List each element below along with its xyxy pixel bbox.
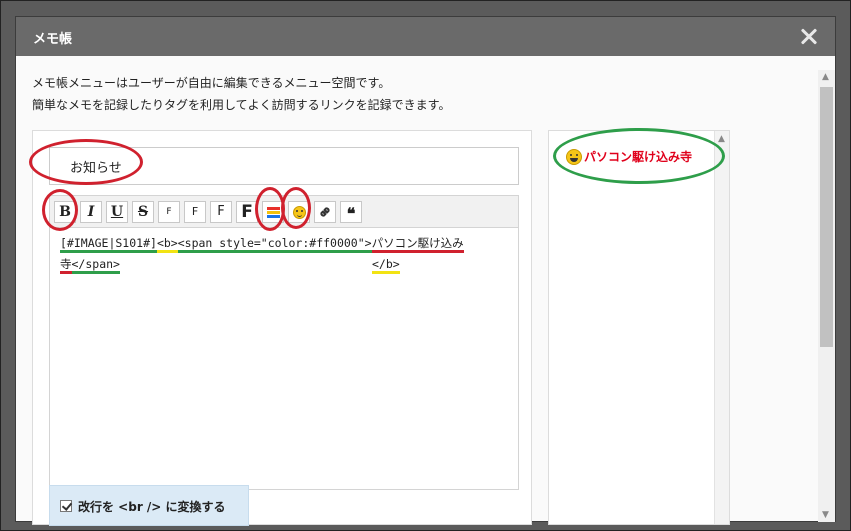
italic-button[interactable]: I [80, 201, 102, 223]
description-line-1: メモ帳メニューはユーザーが自由に編集できるメニュー空間です。 [32, 76, 391, 90]
preview-scrollbar[interactable]: ▲ [714, 131, 729, 524]
scroll-up-icon[interactable]: ▲ [822, 72, 829, 82]
bold-close-tag: </b> [371, 257, 400, 274]
emoji-icon [293, 206, 306, 219]
color-palette-icon [267, 207, 280, 218]
memo-title-input[interactable] [49, 147, 519, 185]
editor-toolbar: B I U S F F F F ❝ [49, 195, 519, 227]
scrollbar-thumb[interactable] [820, 87, 833, 347]
font-size-medium-button[interactable]: F [184, 201, 206, 223]
editor-panel: B I U S F F F F [32, 130, 532, 526]
quote-button[interactable]: ❝ [340, 201, 362, 223]
br-conversion-option: 改行を <br /> に変換する [49, 485, 249, 526]
dialog-scrollbar[interactable]: ▲ ▼ [818, 70, 835, 522]
scroll-down-icon[interactable]: ▼ [822, 510, 829, 520]
close-icon[interactable] [797, 24, 821, 48]
br-conversion-checkbox[interactable] [60, 500, 72, 512]
font-size-small-button[interactable]: F [158, 201, 180, 223]
content-text-part-1: パソコン駆け込み [371, 236, 464, 253]
span-close-tag: </span> [71, 257, 120, 274]
br-conversion-label: 改行を <br /> に変換する [78, 500, 226, 514]
color-button[interactable] [262, 201, 284, 223]
image-tag-text: [#IMAGE|S101#] [60, 236, 157, 253]
quote-icon: ❝ [346, 204, 356, 223]
scroll-up-icon[interactable]: ▲ [718, 134, 725, 144]
preview-text: パソコン駆け込み寺 [584, 150, 693, 164]
link-icon [320, 207, 330, 217]
description-line-2: 簡単なメモを記録したりタグを利用してよく訪問するリンクを記録できます。 [32, 98, 451, 112]
memo-dialog: メモ帳 メモ帳メニューはユーザーが自由に編集できるメニュー空間です。 簡単なメモ… [15, 16, 836, 526]
emoji-icon [566, 148, 582, 165]
content-line-2: 寺</span> </b> [60, 254, 508, 275]
screenshot-frame: メモ帳 メモ帳メニューはユーザーが自由に編集できるメニュー空間です。 簡単なメモ… [0, 0, 851, 531]
emoji-button[interactable] [288, 201, 310, 223]
link-button[interactable] [314, 201, 336, 223]
content-text-part-2: 寺 [60, 257, 72, 274]
bold-open-tag: <b> [156, 236, 178, 253]
underline-button[interactable]: U [106, 201, 128, 223]
content-line-1: [#IMAGE|S101#]<b><span style="color:#ff0… [60, 233, 508, 254]
preview-panel: パソコン駆け込み寺 ▲ [548, 130, 730, 525]
span-open-tag: <span style="color:#ff0000"> [177, 236, 372, 253]
preview-content: パソコン駆け込み寺 [566, 148, 692, 165]
dialog-titlebar: メモ帳 [16, 17, 835, 56]
memo-content-textarea[interactable]: [#IMAGE|S101#]<b><span style="color:#ff0… [49, 227, 519, 490]
font-size-xlarge-button[interactable]: F [236, 201, 258, 223]
dialog-title: メモ帳 [33, 32, 73, 47]
strikethrough-button[interactable]: S [132, 201, 154, 223]
bold-button[interactable]: B [54, 201, 76, 223]
font-size-large-button[interactable]: F [210, 201, 232, 223]
